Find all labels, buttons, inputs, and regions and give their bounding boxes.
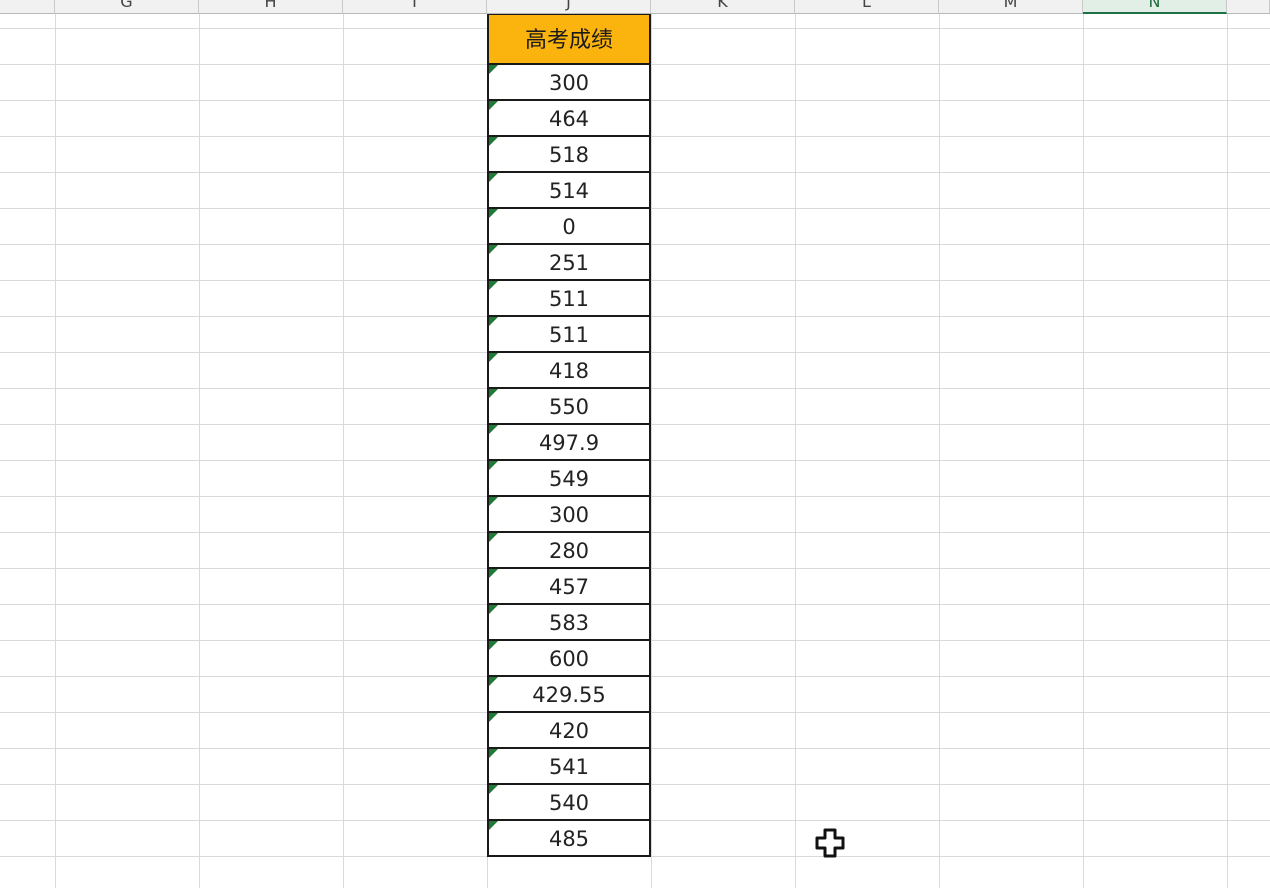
- score-value: 420: [548, 719, 590, 743]
- score-value: 418: [548, 359, 590, 383]
- score-cell[interactable]: 420: [487, 713, 651, 749]
- score-value: 550: [548, 395, 590, 419]
- score-value: 457: [548, 575, 590, 599]
- error-indicator-icon: [489, 461, 498, 470]
- score-cell[interactable]: 457: [487, 569, 651, 605]
- error-indicator-icon: [489, 713, 498, 722]
- score-value: 280: [548, 539, 590, 563]
- column-gridline: [1083, 14, 1084, 888]
- spreadsheet-grid[interactable]: GHIJKLMN 高考成绩 300 464 518 514 0 251 511 511 418 5…: [0, 0, 1270, 888]
- score-value: 300: [548, 503, 590, 527]
- score-cell[interactable]: 300: [487, 497, 651, 533]
- score-value: 583: [548, 611, 590, 635]
- column-header-m[interactable]: M: [939, 0, 1083, 14]
- score-value: 518: [548, 143, 590, 167]
- score-cell[interactable]: 518: [487, 137, 651, 173]
- score-cell[interactable]: 0: [487, 209, 651, 245]
- score-cell[interactable]: 485: [487, 821, 651, 857]
- column-header-k[interactable]: K: [651, 0, 795, 14]
- column-gridline: [795, 14, 796, 888]
- error-indicator-icon: [489, 821, 498, 830]
- score-cell[interactable]: 511: [487, 281, 651, 317]
- column-header-blank[interactable]: [0, 0, 55, 14]
- column-gridline: [939, 14, 940, 888]
- column-header-l[interactable]: L: [795, 0, 939, 14]
- error-indicator-icon: [489, 497, 498, 506]
- score-value: 541: [548, 755, 590, 779]
- score-cell[interactable]: 549: [487, 461, 651, 497]
- score-cell[interactable]: 464: [487, 101, 651, 137]
- score-cell[interactable]: 429.55: [487, 677, 651, 713]
- score-value: 511: [548, 323, 590, 347]
- error-indicator-icon: [489, 785, 498, 794]
- column-header-partial[interactable]: [1227, 0, 1270, 14]
- error-indicator-icon: [489, 245, 498, 254]
- score-cell[interactable]: 511: [487, 317, 651, 353]
- column-gridline: [1227, 14, 1228, 888]
- error-indicator-icon: [489, 641, 498, 650]
- score-value: 600: [548, 647, 590, 671]
- error-indicator-icon: [489, 317, 498, 326]
- error-indicator-icon: [489, 533, 498, 542]
- score-cell[interactable]: 280: [487, 533, 651, 569]
- column-gridline: [343, 14, 344, 888]
- score-cell[interactable]: 583: [487, 605, 651, 641]
- error-indicator-icon: [489, 281, 498, 290]
- score-cell[interactable]: 600: [487, 641, 651, 677]
- error-indicator-icon: [489, 677, 498, 686]
- column-header-g[interactable]: G: [55, 0, 199, 14]
- score-value: 485: [548, 827, 590, 851]
- score-cell[interactable]: 550: [487, 389, 651, 425]
- score-value: 251: [548, 251, 590, 275]
- column-header-i[interactable]: I: [343, 0, 487, 14]
- score-value: 300: [548, 71, 590, 95]
- error-indicator-icon: [489, 173, 498, 182]
- column-gridline: [651, 14, 652, 888]
- score-value: 464: [548, 107, 590, 131]
- score-value: 0: [562, 215, 576, 239]
- score-value: 511: [548, 287, 590, 311]
- error-indicator-icon: [489, 749, 498, 758]
- column-gridline: [55, 14, 56, 888]
- fill-cross-cursor-icon: [815, 828, 845, 858]
- column-header-cell[interactable]: 高考成绩: [487, 14, 651, 65]
- score-value: 549: [548, 467, 590, 491]
- error-indicator-icon: [489, 137, 498, 146]
- score-cell[interactable]: 251: [487, 245, 651, 281]
- error-indicator-icon: [489, 65, 498, 74]
- error-indicator-icon: [489, 209, 498, 218]
- error-indicator-icon: [489, 569, 498, 578]
- column-gridline: [199, 14, 200, 888]
- score-cell[interactable]: 541: [487, 749, 651, 785]
- error-indicator-icon: [489, 605, 498, 614]
- error-indicator-icon: [489, 353, 498, 362]
- score-cell[interactable]: 418: [487, 353, 651, 389]
- score-cell[interactable]: 514: [487, 173, 651, 209]
- error-indicator-icon: [489, 101, 498, 110]
- score-cell[interactable]: 540: [487, 785, 651, 821]
- score-value: 429.55: [532, 683, 606, 707]
- score-value: 514: [548, 179, 590, 203]
- score-cell[interactable]: 497.9: [487, 425, 651, 461]
- column-header-h[interactable]: H: [199, 0, 343, 14]
- score-value: 540: [548, 791, 590, 815]
- column-header-n[interactable]: N: [1083, 0, 1227, 14]
- column-header-j[interactable]: J: [487, 0, 651, 14]
- error-indicator-icon: [489, 425, 498, 434]
- score-cell[interactable]: 300: [487, 65, 651, 101]
- error-indicator-icon: [489, 389, 498, 398]
- score-value: 497.9: [538, 431, 600, 455]
